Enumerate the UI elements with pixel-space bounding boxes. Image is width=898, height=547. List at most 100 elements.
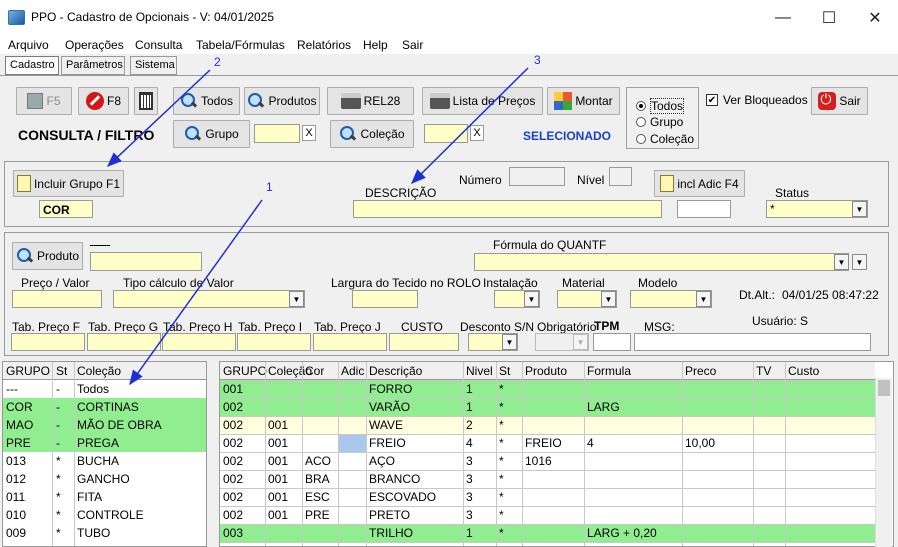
- produtos-button[interactable]: Produtos: [244, 87, 320, 115]
- column-header[interactable]: Preco: [685, 364, 716, 378]
- chevron-down-icon[interactable]: ▼: [696, 291, 711, 307]
- tpm-input[interactable]: [593, 333, 631, 351]
- maximize-button[interactable]: ☐: [806, 0, 852, 36]
- grupo-clear-button[interactable]: X: [302, 125, 316, 141]
- menu-relatorios[interactable]: Relatórios: [297, 38, 351, 52]
- column-header[interactable]: GRUPO: [6, 364, 50, 378]
- sair-button[interactable]: Sair: [811, 87, 868, 115]
- column-header[interactable]: GRUPO: [223, 364, 267, 378]
- column-header[interactable]: St: [56, 364, 67, 378]
- table-row-cell: PREGA: [77, 436, 120, 450]
- tab-preco-j-input[interactable]: [313, 333, 387, 351]
- table-row[interactable]: 002 001 WAVE 2 *: [220, 416, 875, 434]
- table-row[interactable]: 001 FORRO 1 *: [220, 380, 875, 398]
- montar-button[interactable]: Montar: [547, 87, 620, 115]
- table-row[interactable]: --- - Todos: [3, 380, 206, 398]
- descricao-input[interactable]: [353, 200, 662, 218]
- table-row[interactable]: MAO - MÃO DE OBRA: [3, 416, 206, 434]
- grid-scrollbar[interactable]: [875, 378, 892, 547]
- menu-sair[interactable]: Sair: [402, 38, 423, 52]
- table-row[interactable]: 002 001 PRE PRETO 3 *: [220, 506, 875, 524]
- rel28-button[interactable]: REL28: [327, 87, 414, 115]
- colecao-clear-button[interactable]: X: [470, 125, 484, 141]
- tab-cadastro[interactable]: Cadastro: [5, 56, 59, 75]
- table-row[interactable]: 002 001 BRA BRANCO 3 *: [220, 470, 875, 488]
- table-row[interactable]: 003 TRILHO 1 * LARG + 0,20: [220, 524, 875, 542]
- table-row[interactable]: 010 * CONTROLE: [3, 506, 206, 524]
- chevron-down-icon[interactable]: ▼: [601, 291, 616, 307]
- modelo-label: Modelo: [638, 276, 678, 290]
- grupo-filter-button[interactable]: Grupo: [173, 120, 250, 148]
- table-cell: 001: [268, 418, 289, 432]
- lista-precos-button[interactable]: Lista de Preços: [422, 87, 543, 115]
- column-header[interactable]: St: [499, 364, 510, 378]
- largura-input[interactable]: [352, 290, 418, 308]
- msg-input[interactable]: [634, 333, 871, 351]
- table-row[interactable]: 011 * FITA: [3, 488, 206, 506]
- radio-todos[interactable]: Todos: [636, 98, 685, 114]
- menu-arquivo[interactable]: Arquivo: [8, 38, 49, 52]
- f8-button[interactable]: F8: [78, 87, 129, 115]
- table-row[interactable]: 009 * TUBO: [3, 524, 206, 542]
- table-row[interactable]: PRE - PREGA: [3, 434, 206, 452]
- table-row[interactable]: 002 001 ESC ESCOVADO 3 *: [220, 488, 875, 506]
- column-header[interactable]: Formula: [587, 364, 631, 378]
- table-row[interactable]: 012 * GANCHO: [3, 470, 206, 488]
- menu-tabela-formulas[interactable]: Tabela/Fórmulas: [196, 38, 285, 52]
- radio-colecao[interactable]: Coleção: [636, 132, 694, 146]
- column-header[interactable]: Coleção: [77, 364, 121, 378]
- tab-preco-g-input[interactable]: [87, 333, 161, 351]
- column-header[interactable]: Adic: [341, 364, 364, 378]
- msg-label: MSG:: [644, 320, 675, 334]
- tab-preco-i-input[interactable]: [237, 333, 311, 351]
- ver-bloqueados-checkbox[interactable]: ✔ Ver Bloqueados: [706, 93, 808, 107]
- column-header[interactable]: Nivel: [466, 364, 493, 378]
- tipo-calculo-select[interactable]: [113, 290, 305, 308]
- chevron-down-icon[interactable]: ▼: [502, 334, 517, 350]
- incluir-grupo-button[interactable]: Incluir Grupo F1: [13, 170, 124, 197]
- table-row[interactable]: COR - CORTINAS: [3, 398, 206, 416]
- column-header[interactable]: Descrição: [369, 364, 422, 378]
- grupo-filter-input[interactable]: [254, 124, 300, 143]
- formula-select[interactable]: [474, 253, 849, 271]
- chevron-down-icon[interactable]: ▼: [834, 254, 849, 270]
- chevron-down-icon[interactable]: ▼: [524, 291, 539, 307]
- table-row[interactable]: 013 * BUCHA: [3, 452, 206, 470]
- column-header[interactable]: TV: [756, 364, 771, 378]
- colecao-filter-button[interactable]: Coleção: [330, 120, 414, 148]
- grupo-code-field[interactable]: COR: [39, 200, 93, 218]
- column-header[interactable]: Cor: [305, 364, 324, 378]
- adic-field[interactable]: [677, 200, 731, 218]
- menu-operacoes[interactable]: Operações: [65, 38, 124, 52]
- menu-consulta[interactable]: Consulta: [135, 38, 182, 52]
- custo-input[interactable]: [389, 333, 459, 351]
- produto-input[interactable]: [90, 252, 202, 271]
- table-row-cell: *: [56, 472, 61, 486]
- group-list-grid[interactable]: GRUPO St Coleção --- - Todos COR - CORTINAS MAO - M…: [2, 361, 207, 547]
- minimize-button[interactable]: —: [760, 0, 806, 36]
- table-row[interactable]: 00200101FREIO4*FREIO410,00: [220, 434, 875, 452]
- options-grid[interactable]: GRUPO Coleção Cor Adic Descrição Nivel St Produ…: [219, 361, 894, 547]
- scrollbar-thumb[interactable]: [878, 380, 890, 396]
- tab-sistema[interactable]: Sistema: [130, 56, 177, 75]
- preco-valor-input[interactable]: [12, 290, 102, 308]
- table-row[interactable]: 002 VARÃO 1 * LARG: [220, 398, 875, 416]
- tab-preco-f-input[interactable]: [11, 333, 85, 351]
- column-header[interactable]: Produto: [525, 364, 567, 378]
- delete-button[interactable]: [134, 87, 158, 115]
- chevron-down-icon[interactable]: ▼: [289, 291, 304, 307]
- colecao-filter-input[interactable]: [424, 124, 468, 143]
- chevron-down-icon[interactable]: ▼: [852, 201, 867, 217]
- todos-button[interactable]: Todos: [173, 87, 240, 115]
- tab-preco-h-input[interactable]: [162, 333, 236, 351]
- chevron-down-icon[interactable]: ▼: [852, 254, 867, 270]
- column-header[interactable]: Custo: [788, 364, 819, 378]
- menu-help[interactable]: Help: [363, 38, 388, 52]
- f5-button[interactable]: F5: [16, 87, 72, 115]
- incl-adic-button[interactable]: incl Adic F4: [654, 170, 745, 197]
- radio-grupo[interactable]: Grupo: [636, 115, 683, 129]
- produto-button[interactable]: Produto: [12, 242, 83, 270]
- close-button[interactable]: ✕: [852, 0, 898, 36]
- tab-parametros[interactable]: Parâmetros: [61, 56, 125, 75]
- table-row[interactable]: 002 001 ACO AÇO 3 * 1016: [220, 452, 875, 470]
